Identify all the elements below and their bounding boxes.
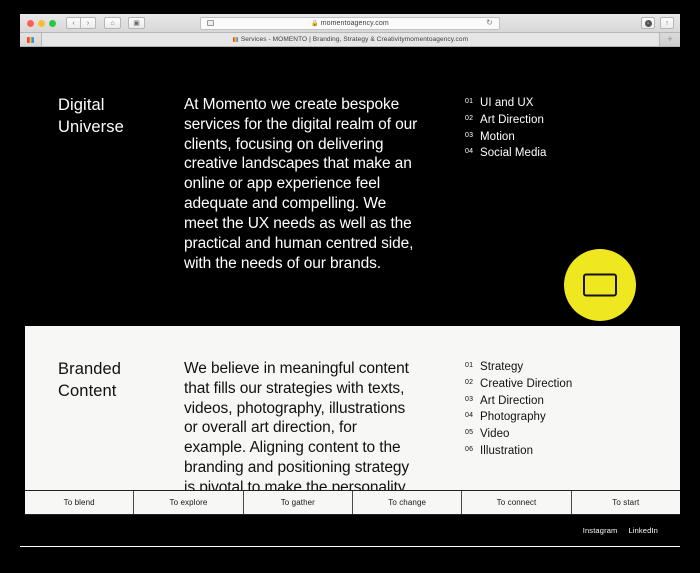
footer-nav-item-change[interactable]: To change: [353, 491, 463, 514]
section-digital-universe: Digital Universe At Momento we create be…: [20, 47, 680, 326]
section-digital-title: Digital Universe: [58, 95, 184, 273]
list-item-label: Art Direction: [480, 113, 544, 126]
social-bar: Instagram LinkedIn: [25, 515, 680, 546]
share-icon[interactable]: ↑: [660, 17, 674, 29]
list-item-number: 02: [465, 378, 474, 386]
footer-nav-item-explore[interactable]: To explore: [134, 491, 244, 514]
back-icon[interactable]: ‹: [66, 17, 81, 29]
list-item[interactable]: 01 Strategy: [465, 359, 572, 376]
list-item-label: Illustration: [480, 444, 534, 457]
yellow-badge[interactable]: [564, 249, 636, 321]
list-item[interactable]: 03 Art Direction: [465, 393, 572, 410]
new-tab-button[interactable]: +: [660, 33, 680, 46]
section-digital-title-line1: Digital: [58, 96, 105, 114]
toolbar-right-group: ↓ ↑: [641, 17, 674, 29]
minimize-window-button[interactable]: [38, 19, 45, 27]
list-item[interactable]: 01 UI and UX: [465, 95, 546, 112]
page-viewport: Digital Universe At Momento we create be…: [20, 47, 680, 546]
maximize-window-button[interactable]: [49, 19, 56, 27]
list-item-label: UI and UX: [480, 97, 534, 109]
list-item-label: Video: [480, 428, 510, 441]
list-item-number: 06: [465, 445, 474, 453]
forward-icon[interactable]: ›: [81, 17, 96, 29]
sidebar-icon[interactable]: ▣: [128, 17, 145, 29]
list-item-label: Social Media: [480, 147, 547, 160]
list-item-label: Motion: [480, 130, 515, 143]
tab-title: Services - MOMENTO | Branding, Strategy …: [240, 36, 469, 43]
traffic-lights: [27, 19, 56, 27]
section-branded-title-line2: Content: [58, 381, 117, 400]
list-item[interactable]: 05 Video: [465, 426, 572, 443]
navigation-buttons: ‹ ›: [66, 17, 96, 29]
reader-view-icon[interactable]: [207, 20, 214, 26]
download-arrow-icon: ↓: [644, 19, 652, 27]
footer-nav-item-blend[interactable]: To blend: [25, 491, 135, 514]
list-item-number: 02: [465, 114, 474, 122]
section-digital-body: At Momento we create bespoke services fo…: [184, 96, 418, 272]
site-favicon-icon: [27, 36, 34, 43]
social-link-linkedin[interactable]: LinkedIn: [628, 526, 658, 535]
left-gutter: [20, 326, 25, 546]
tab-bar: Services - MOMENTO | Branding, Strategy …: [20, 33, 680, 47]
list-item-number: 01: [465, 98, 474, 105]
list-item-number: 03: [465, 395, 474, 403]
list-item-label: Photography: [480, 411, 546, 424]
list-item-number: 05: [465, 429, 474, 437]
list-item-number: 03: [465, 131, 474, 139]
address-bar[interactable]: 🔒 momentoagency.com ↻: [200, 16, 500, 30]
list-item[interactable]: 04 Social Media: [465, 145, 546, 162]
reload-icon[interactable]: ↻: [486, 19, 493, 27]
list-item-number: 04: [465, 412, 474, 420]
section-digital-title-line2: Universe: [58, 117, 124, 136]
list-item[interactable]: 02 Creative Direction: [465, 376, 572, 393]
tab-favicon-slot[interactable]: [20, 33, 42, 46]
browser-window: ‹ › ⌂ ▣ 🔒 momentoagency.com ↻ ↓ ↑ Servic…: [20, 14, 680, 547]
section-digital-service-list: 01 UI and UX 02 Art Direction 03 Motion …: [465, 95, 546, 273]
screen-icon: [583, 273, 617, 297]
list-item-number: 04: [465, 148, 474, 156]
downloads-icon[interactable]: ↓: [641, 17, 655, 29]
list-item[interactable]: 02 Art Direction: [465, 112, 546, 129]
list-item-label: Art Direction: [480, 394, 544, 407]
home-icon[interactable]: ⌂: [104, 17, 121, 29]
list-item[interactable]: 03 Motion: [465, 129, 546, 146]
list-item[interactable]: 06 Illustration: [465, 443, 572, 460]
lock-icon: 🔒: [311, 20, 319, 27]
social-link-instagram[interactable]: Instagram: [583, 526, 618, 535]
footer-nav-item-connect[interactable]: To connect: [462, 491, 572, 514]
close-window-button[interactable]: [27, 19, 34, 27]
section-branded-title-line1: Branded: [58, 360, 122, 378]
url-text: momentoagency.com: [320, 19, 389, 27]
footer-nav: To blend To explore To gather To change …: [25, 490, 680, 515]
section-digital-inner: Digital Universe At Momento we create be…: [20, 95, 680, 273]
list-item-label: Creative Direction: [480, 377, 573, 390]
footer-nav-item-start[interactable]: To start: [572, 491, 680, 514]
tab-favicon-icon: [232, 37, 238, 42]
list-item-label: Strategy: [480, 361, 524, 373]
browser-toolbar: ‹ › ⌂ ▣ 🔒 momentoagency.com ↻ ↓ ↑: [20, 14, 680, 33]
list-item[interactable]: 04 Photography: [465, 409, 572, 426]
tab-active[interactable]: Services - MOMENTO | Branding, Strategy …: [42, 33, 660, 46]
list-item-number: 01: [465, 362, 474, 369]
footer-nav-item-gather[interactable]: To gather: [244, 491, 353, 514]
